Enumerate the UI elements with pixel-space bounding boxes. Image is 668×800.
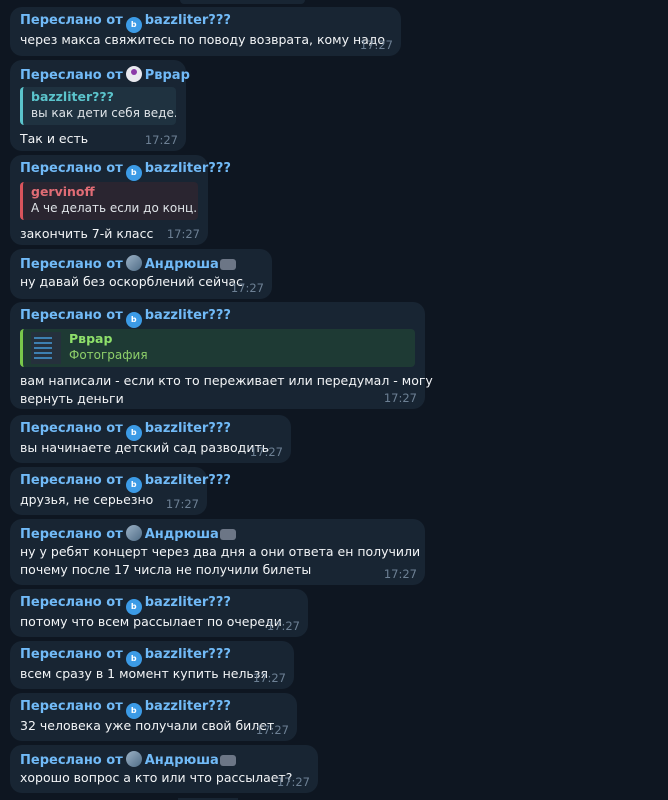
forwarded-label: Переслано от <box>20 257 123 272</box>
sender-name[interactable]: bazzliter??? <box>145 473 231 488</box>
sender-name[interactable]: bazzliter??? <box>145 161 231 176</box>
message-text: хорошо вопрос а кто или что рассылает? <box>20 770 293 785</box>
forwarded-header[interactable]: Переслано от Андрюша <box>20 525 415 543</box>
message-time: 17:27 <box>276 775 310 789</box>
message-time: 17:27 <box>230 281 264 295</box>
forwarded-label: Переслано от <box>20 308 123 323</box>
forwarded-label: Переслано от <box>20 699 123 714</box>
message-bubble[interactable]: Переслано от b bazzliter??? всем сразу в 1 … <box>10 641 294 689</box>
message-time: 17:27 <box>383 391 417 405</box>
message-time: 17:27 <box>249 445 283 459</box>
previous-message-edge <box>180 0 305 4</box>
message-text: вы начинаете детский сад разводить <box>20 440 270 455</box>
message-time: 17:27 <box>383 567 417 581</box>
reply-author: Рврар <box>69 331 113 346</box>
gamepad-emoji-icon <box>219 529 236 540</box>
message-bubble[interactable]: Переслано от b bazzliter??? друзья, не серь… <box>10 467 231 515</box>
reply-quote[interactable]: Рврар Фотография <box>20 329 415 367</box>
sender-name[interactable]: bazzliter??? <box>145 421 231 436</box>
forwarded-header[interactable]: Переслано от b bazzliter??? <box>20 473 231 493</box>
message-bubble[interactable]: Переслано от Рврар bazzliter??? вы как дети… <box>10 60 190 151</box>
forwarded-label: Переслано от <box>20 473 123 488</box>
reply-text: вы как дети себя веде... <box>31 106 176 120</box>
forwarded-header[interactable]: Переслано от b bazzliter??? <box>20 421 281 441</box>
forwarded-label: Переслано от <box>20 753 123 768</box>
gamepad-emoji-icon <box>219 755 236 766</box>
forwarded-header[interactable]: Переслано от b bazzliter??? <box>20 13 391 33</box>
forwarded-header[interactable]: Переслано от b bazzliter??? <box>20 595 298 615</box>
message-time: 17:27 <box>359 38 393 52</box>
gamepad-emoji-icon <box>219 259 236 270</box>
reply-quote[interactable]: bazzliter??? вы как дети себя веде... <box>20 87 176 125</box>
message-bubble[interactable]: Переслано от b bazzliter??? 32 человека уже… <box>10 693 297 741</box>
forwarded-header[interactable]: Переслано от b bazzliter??? <box>20 699 287 719</box>
forwarded-label: Переслано от <box>20 161 123 176</box>
message-bubble[interactable]: Переслано от b bazzliter??? через макса свя… <box>10 7 401 56</box>
message-text: всем сразу в 1 момент купить нельзя <box>20 666 268 681</box>
sender-avatar[interactable]: b <box>125 312 142 328</box>
message-time: 17:27 <box>266 619 300 633</box>
message-text: вам написали - если кто то переживает ил… <box>20 373 433 388</box>
forwarded-label: Переслано от <box>20 527 123 542</box>
forwarded-label: Переслано от <box>20 595 123 610</box>
message-bubble[interactable]: Переслано от b bazzliter??? потому что всем… <box>10 589 308 637</box>
message-text: потому что всем рассылает по очереди <box>20 614 282 629</box>
photo-thumbnail-icon <box>31 331 61 364</box>
sender-name[interactable]: bazzliter??? <box>145 647 231 662</box>
forwarded-header[interactable]: Переслано от b bazzliter??? <box>20 161 231 181</box>
message-time: 17:27 <box>165 497 199 511</box>
forwarded-header[interactable]: Переслано от Рврар <box>20 66 190 84</box>
sender-name[interactable]: Андрюша <box>145 257 219 272</box>
reply-author: gervinoff <box>31 184 95 199</box>
reply-quote[interactable]: gervinoff А че делать если до конц... <box>20 182 198 220</box>
message-text: ну давай без оскорблений сейчас <box>20 274 244 289</box>
message-text: через макса свяжитесь по поводу возврата… <box>20 32 386 47</box>
message-bubble[interactable]: Переслано от b bazzliter??? Рврар Фотография… <box>10 302 433 409</box>
sender-avatar[interactable] <box>125 255 142 271</box>
message-time: 17:27 <box>252 671 286 685</box>
forwarded-label: Переслано от <box>20 13 123 28</box>
forwarded-header[interactable]: Переслано от Андрюша <box>20 751 308 769</box>
forwarded-label: Переслано от <box>20 68 123 83</box>
message-bubble[interactable]: Переслано от Андрюша ну давай без оскорбле… <box>10 249 272 299</box>
forwarded-header[interactable]: Переслано от b bazzliter??? <box>20 308 415 328</box>
sender-name[interactable]: Рврар <box>145 68 190 83</box>
message-text: 32 человека уже получали свой билет <box>20 718 275 733</box>
forwarded-label: Переслано от <box>20 647 123 662</box>
forwarded-header[interactable]: Переслано от b bazzliter??? <box>20 647 284 667</box>
forwarded-label: Переслано от <box>20 421 123 436</box>
message-bubble[interactable]: Переслано от Андрюша хорошо вопрос а кто и… <box>10 745 318 793</box>
sender-avatar[interactable] <box>125 66 142 82</box>
sender-name[interactable]: bazzliter??? <box>145 595 231 610</box>
message-time: 17:27 <box>144 133 178 147</box>
sender-name[interactable]: Андрюша <box>145 527 219 542</box>
sender-avatar[interactable]: b <box>125 165 142 181</box>
message-text: ну у ребят концерт через два дня а они о… <box>20 544 421 559</box>
reply-text: Фотография <box>69 348 148 362</box>
sender-avatar[interactable] <box>125 751 142 767</box>
reply-text: А че делать если до конц... <box>31 201 198 215</box>
message-bubble[interactable]: Переслано от b bazzliter??? вы начинаете де… <box>10 415 291 463</box>
sender-avatar[interactable] <box>125 525 142 541</box>
message-time: 17:27 <box>166 227 200 241</box>
message-bubble[interactable]: Переслано от Андрюша ну у ребят концерт че… <box>10 519 425 585</box>
sender-name[interactable]: bazzliter??? <box>145 13 231 28</box>
message-bubble[interactable]: Переслано от b bazzliter??? gervinoff А че д… <box>10 155 231 245</box>
message-text-line2: почему после 17 числа не получили билеты <box>20 562 312 577</box>
sender-name[interactable]: Андрюша <box>145 753 219 768</box>
sender-name[interactable]: bazzliter??? <box>145 308 231 323</box>
message-text-line2: вернуть деньги <box>20 391 124 406</box>
message-time: 17:27 <box>255 723 289 737</box>
reply-author: bazzliter??? <box>31 89 114 104</box>
sender-name[interactable]: bazzliter??? <box>145 699 231 714</box>
forwarded-header[interactable]: Переслано от Андрюша <box>20 255 262 273</box>
